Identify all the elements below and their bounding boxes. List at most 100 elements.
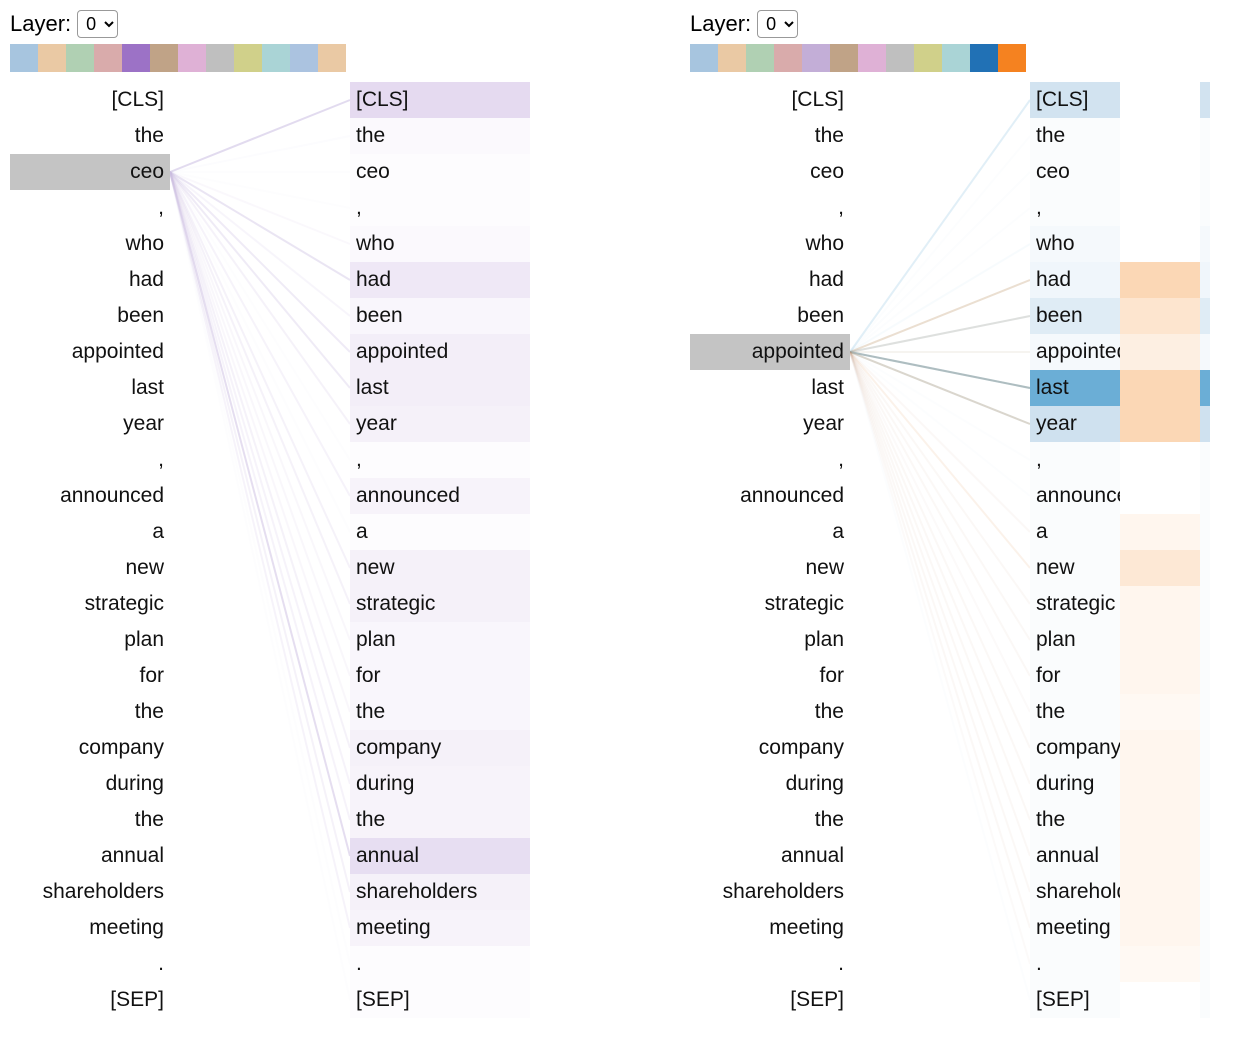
token-left[interactable]: year [10, 406, 170, 442]
head-swatch[interactable] [94, 44, 122, 72]
token-left[interactable]: ceo [690, 154, 850, 190]
token-left[interactable]: meeting [10, 910, 170, 946]
token-right[interactable]: [SEP] [350, 982, 530, 1018]
token-left[interactable]: strategic [690, 586, 850, 622]
head-swatch[interactable] [290, 44, 318, 72]
head-swatch[interactable] [998, 44, 1026, 72]
token-right[interactable]: announced [350, 478, 530, 514]
token-left[interactable]: announced [10, 478, 170, 514]
token-right[interactable]: year [350, 406, 530, 442]
token-left[interactable]: , [10, 190, 170, 226]
token-right[interactable]: shareholders [350, 874, 530, 910]
token-left[interactable]: annual [10, 838, 170, 874]
token-right[interactable]: ceo [350, 154, 530, 190]
token-right[interactable]: [CLS] [350, 82, 530, 118]
token-right[interactable]: had [350, 262, 530, 298]
token-left[interactable]: who [690, 226, 850, 262]
token-right[interactable]: the [350, 694, 530, 730]
head-swatch[interactable] [858, 44, 886, 72]
token-left[interactable]: . [690, 946, 850, 982]
head-swatch[interactable] [718, 44, 746, 72]
token-left[interactable]: [SEP] [10, 982, 170, 1018]
token-left[interactable]: company [690, 730, 850, 766]
token-left[interactable]: company [10, 730, 170, 766]
token-right[interactable]: who [350, 226, 530, 262]
token-right[interactable]: last [350, 370, 530, 406]
token-left[interactable]: for [690, 658, 850, 694]
token-left[interactable]: who [10, 226, 170, 262]
token-left[interactable]: been [10, 298, 170, 334]
token-left[interactable]: meeting [690, 910, 850, 946]
token-left[interactable]: , [690, 190, 850, 226]
head-swatches-right[interactable] [690, 44, 1240, 72]
head-swatch[interactable] [234, 44, 262, 72]
token-left[interactable]: shareholders [10, 874, 170, 910]
head-swatch[interactable] [318, 44, 346, 72]
head-swatch[interactable] [178, 44, 206, 72]
token-right[interactable]: annual [350, 838, 530, 874]
token-right[interactable]: for [350, 658, 530, 694]
token-left[interactable]: the [10, 694, 170, 730]
head-swatch[interactable] [122, 44, 150, 72]
head-swatch[interactable] [262, 44, 290, 72]
token-left[interactable]: annual [690, 838, 850, 874]
token-left[interactable]: , [690, 442, 850, 478]
head-swatch[interactable] [914, 44, 942, 72]
head-swatch[interactable] [746, 44, 774, 72]
head-swatch[interactable] [774, 44, 802, 72]
token-left[interactable]: new [690, 550, 850, 586]
token-right[interactable]: , [350, 442, 530, 478]
token-left[interactable]: a [10, 514, 170, 550]
token-left[interactable]: had [690, 262, 850, 298]
token-right[interactable]: meeting [350, 910, 530, 946]
token-right[interactable]: plan [350, 622, 530, 658]
token-left[interactable]: [SEP] [690, 982, 850, 1018]
head-swatches-left[interactable] [10, 44, 630, 72]
attention-vis-right[interactable]: [CLS]theceo,whohadbeenappointedlastyear,… [690, 82, 1240, 1042]
token-right[interactable]: strategic [350, 586, 530, 622]
token-left[interactable]: plan [690, 622, 850, 658]
head-swatch[interactable] [38, 44, 66, 72]
token-right[interactable]: new [350, 550, 530, 586]
head-swatch[interactable] [802, 44, 830, 72]
head-swatch[interactable] [942, 44, 970, 72]
token-right[interactable]: company [350, 730, 530, 766]
token-right[interactable]: been [350, 298, 530, 334]
token-left[interactable]: the [690, 694, 850, 730]
token-left[interactable]: appointed [690, 334, 850, 370]
token-left[interactable]: appointed [10, 334, 170, 370]
layer-select[interactable]: 0 [77, 10, 118, 38]
token-left[interactable]: ceo [10, 154, 170, 190]
token-left[interactable]: been [690, 298, 850, 334]
token-left[interactable]: new [10, 550, 170, 586]
token-left[interactable]: , [10, 442, 170, 478]
head-swatch[interactable] [970, 44, 998, 72]
token-left[interactable]: the [10, 118, 170, 154]
head-swatch[interactable] [206, 44, 234, 72]
head-swatch[interactable] [690, 44, 718, 72]
token-left[interactable]: year [690, 406, 850, 442]
token-left[interactable]: announced [690, 478, 850, 514]
token-right[interactable]: . [350, 946, 530, 982]
token-right[interactable]: during [350, 766, 530, 802]
token-right[interactable]: , [350, 190, 530, 226]
head-swatch[interactable] [10, 44, 38, 72]
token-left[interactable]: during [10, 766, 170, 802]
token-right[interactable]: the [350, 802, 530, 838]
token-left[interactable]: last [690, 370, 850, 406]
token-left[interactable]: a [690, 514, 850, 550]
token-left[interactable]: [CLS] [10, 82, 170, 118]
head-swatch[interactable] [66, 44, 94, 72]
head-swatch[interactable] [886, 44, 914, 72]
token-left[interactable]: shareholders [690, 874, 850, 910]
token-left[interactable]: [CLS] [690, 82, 850, 118]
token-left[interactable]: the [690, 118, 850, 154]
head-swatch[interactable] [830, 44, 858, 72]
token-right[interactable]: the [350, 118, 530, 154]
token-right[interactable]: a [350, 514, 530, 550]
token-left[interactable]: the [690, 802, 850, 838]
token-left[interactable]: . [10, 946, 170, 982]
token-left[interactable]: strategic [10, 586, 170, 622]
token-left[interactable]: had [10, 262, 170, 298]
token-left[interactable]: for [10, 658, 170, 694]
